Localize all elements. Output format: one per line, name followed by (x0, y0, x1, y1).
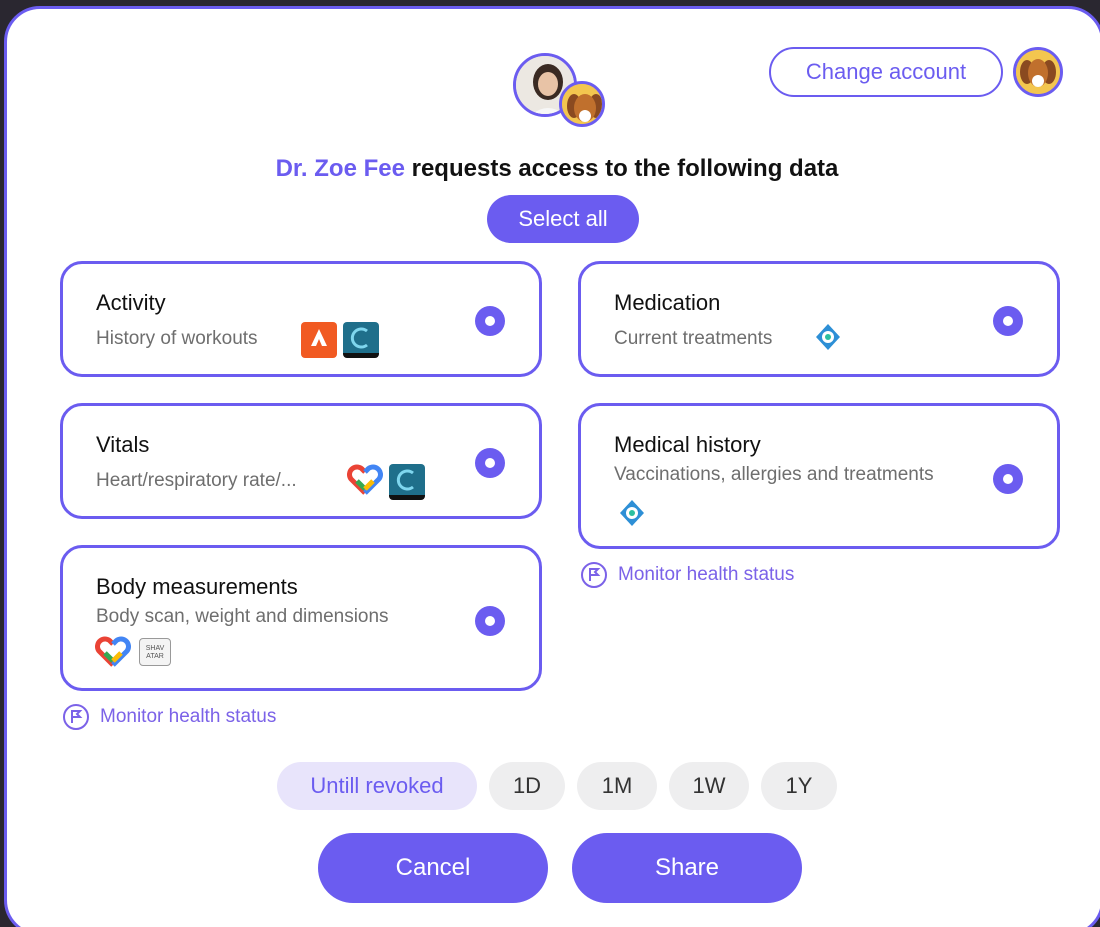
card-title: Vitals (96, 432, 150, 457)
monitor-flag-icon (581, 562, 607, 588)
requester-name: Dr. Zoe Fee (275, 155, 405, 182)
card-radio[interactable] (475, 606, 505, 636)
data-card-activity[interactable]: Activity History of workouts (60, 261, 542, 377)
request-title: Dr. Zoe Fee requests access to the follo… (7, 155, 1100, 183)
period-1w[interactable]: 1W (669, 762, 749, 810)
card-radio[interactable] (475, 448, 505, 478)
card-radio[interactable] (993, 464, 1023, 494)
monitor-health-link-medical-history[interactable]: Monitor health status (580, 561, 794, 589)
requester-avatar-group (513, 53, 613, 139)
duration-selector: Untill revoked 1D 1M 1W 1Y (7, 762, 1100, 810)
monitor-label: Monitor health status (100, 706, 277, 727)
select-all-button[interactable]: Select all (487, 195, 639, 243)
strava-icon (301, 322, 337, 358)
blue-app-icon (617, 498, 647, 528)
pet-avatar (559, 81, 605, 127)
c-app-icon (389, 464, 425, 500)
data-card-medication[interactable]: Medication Current treatments (578, 261, 1060, 377)
request-text: requests access to the following data (404, 155, 839, 182)
monitor-label: Monitor health status (618, 564, 795, 585)
period-until-revoked[interactable]: Untill revoked (277, 762, 477, 810)
card-title: Medication (614, 290, 721, 315)
card-radio[interactable] (475, 306, 505, 336)
card-title: Activity (96, 290, 166, 315)
c-app-icon (343, 322, 379, 358)
period-1m[interactable]: 1M (577, 762, 657, 810)
google-fit-icon (347, 464, 383, 496)
monitor-flag-icon (63, 704, 89, 730)
card-title: Body measurements (96, 574, 298, 599)
card-subtitle: Heart/respiratory rate/... (96, 470, 297, 491)
card-title: Medical history (614, 432, 761, 457)
scan-app-icon: SHAV ATAR (139, 638, 171, 666)
change-account-button[interactable]: Change account (769, 47, 1003, 97)
card-radio[interactable] (993, 306, 1023, 336)
period-1y[interactable]: 1Y (761, 762, 837, 810)
google-fit-icon (95, 636, 131, 668)
card-subtitle: History of workouts (96, 328, 258, 349)
share-button[interactable]: Share (572, 833, 802, 903)
cancel-button[interactable]: Cancel (318, 833, 548, 903)
data-card-vitals[interactable]: Vitals Heart/respiratory rate/... (60, 403, 542, 519)
period-1d[interactable]: 1D (489, 762, 565, 810)
blue-app-icon (813, 322, 843, 352)
data-card-medical-history[interactable]: Medical history Vaccinations, allergies … (578, 403, 1060, 549)
access-request-modal: Change account Dr. Zoe Fee requests acce… (4, 6, 1100, 927)
card-subtitle: Vaccinations, allergies and treatments (614, 464, 934, 485)
card-subtitle: Body scan, weight and dimensions (96, 606, 389, 627)
data-card-body-measurements[interactable]: Body measurements Body scan, weight and … (60, 545, 542, 691)
account-avatar[interactable] (1013, 47, 1063, 97)
card-subtitle: Current treatments (614, 328, 773, 349)
monitor-health-link-body[interactable]: Monitor health status (62, 703, 276, 731)
